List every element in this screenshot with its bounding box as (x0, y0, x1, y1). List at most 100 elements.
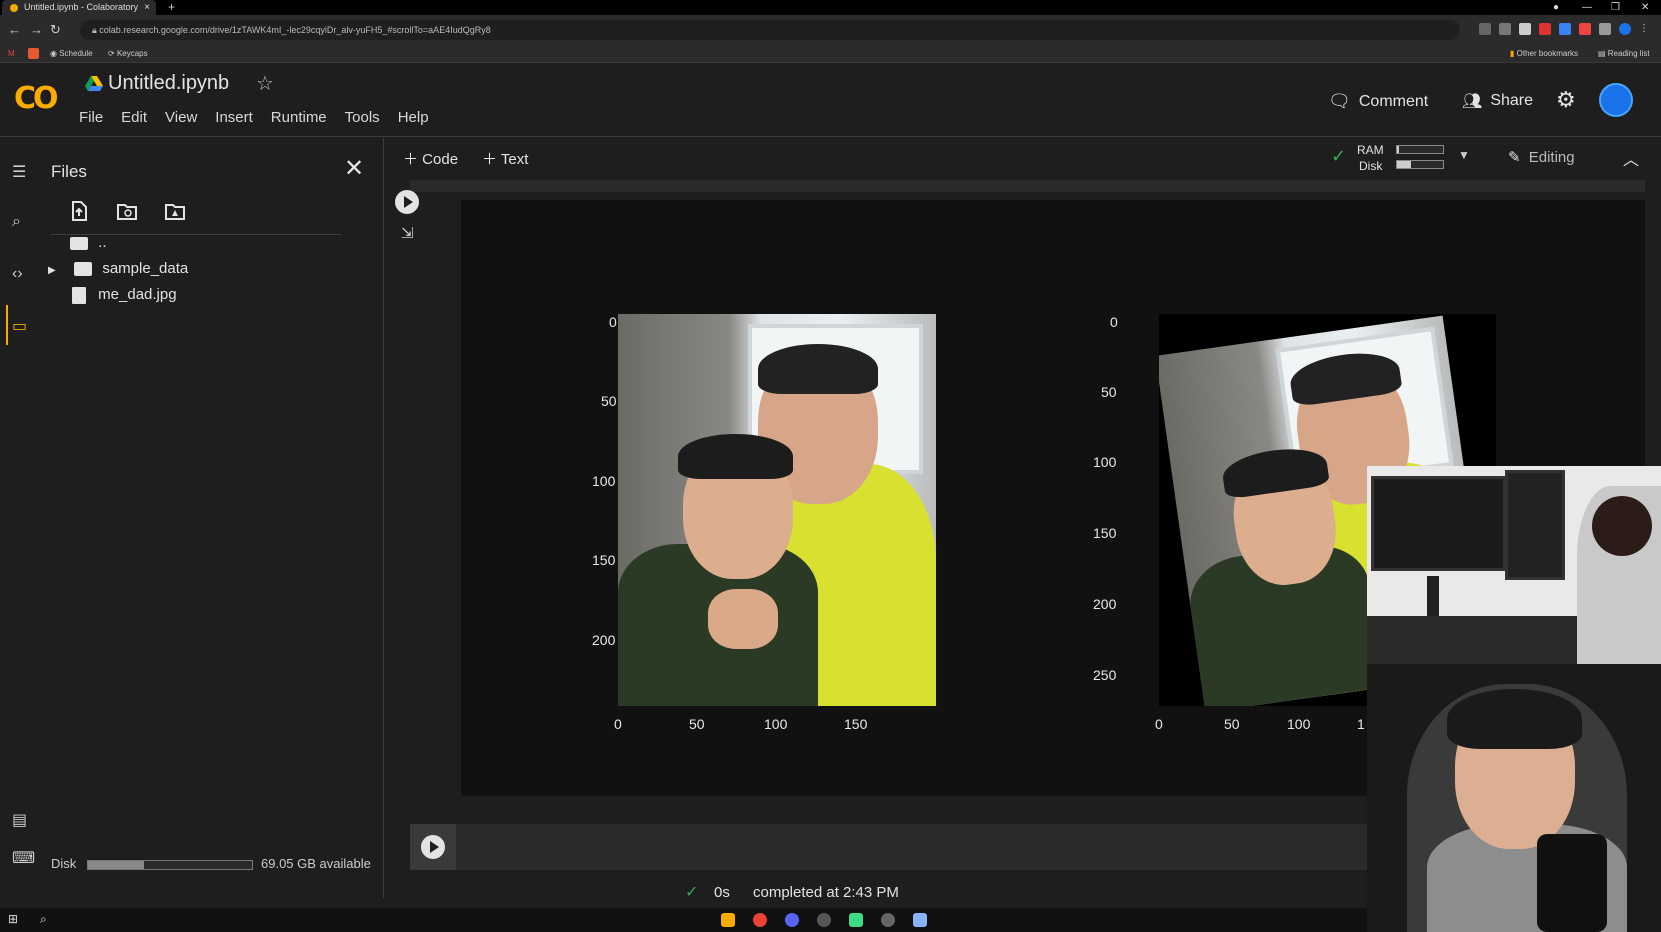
execution-status[interactable]: completed at 2:43 PM (753, 884, 899, 901)
tab-close-icon[interactable]: × (144, 0, 150, 15)
menu-view[interactable]: View (165, 109, 197, 126)
tree-row-parent[interactable]: .. (70, 232, 107, 254)
cell-top-strip (410, 180, 1645, 192)
share-button[interactable]: 👥︎ Share (1462, 91, 1533, 111)
app-icon[interactable] (817, 913, 831, 927)
menu-help[interactable]: Help (398, 109, 429, 126)
app-icon[interactable] (849, 913, 863, 927)
notebook-toolbar: ＋ Code ＋ Text ✓ RAM Disk ▼ ✎ Editing ︿ (385, 138, 1661, 178)
other-bookmarks[interactable]: ▮ Other bookmarks (1510, 46, 1578, 62)
y-tick-label: 150 (1093, 525, 1117, 541)
minimize-button[interactable]: — (1582, 0, 1592, 15)
refresh-folder-icon[interactable] (116, 200, 138, 222)
extension-icon[interactable] (1539, 23, 1551, 35)
folder-icon[interactable]: ▭ (12, 316, 27, 336)
y-tick-label: 250 (1093, 667, 1117, 683)
gear-icon[interactable]: ⚙ (1556, 87, 1576, 113)
bookmark-schedule[interactable]: ◉ Schedule (50, 46, 93, 62)
gmail-icon[interactable]: M (8, 46, 15, 62)
taskbar-search-icon[interactable]: ⌕ (40, 912, 47, 927)
terminal-icon[interactable]: ⌨ (12, 848, 35, 868)
add-text-button[interactable]: ＋ Text (482, 148, 528, 169)
discord-icon[interactable] (785, 913, 799, 927)
editing-mode-button[interactable]: ✎ Editing (1508, 148, 1575, 166)
address-bar-row: ← → ↻ 🔒︎ colab.research.google.com/drive… (0, 15, 1661, 45)
close-icon[interactable]: ✕ (344, 154, 364, 183)
maximize-button[interactable]: ❐ (1611, 0, 1620, 15)
run-cell-button[interactable] (421, 835, 445, 859)
x-tick-label: 0 (614, 716, 622, 732)
tree-item-label: me_dad.jpg (98, 286, 177, 303)
output-options-icon[interactable]: ⇲ (401, 224, 414, 242)
bookmark-keycaps[interactable]: ⟳ Keycaps (108, 46, 148, 62)
y-tick-label: 200 (592, 632, 616, 648)
zoom-icon[interactable] (1479, 23, 1491, 35)
cell-run-area[interactable] (410, 824, 456, 870)
menu-edit[interactable]: Edit (121, 109, 147, 126)
camera-icon[interactable] (913, 913, 927, 927)
code-snippets-icon[interactable]: ‹› (12, 265, 23, 283)
avatar[interactable] (1599, 83, 1633, 117)
chevron-up-icon[interactable]: ︿ (1623, 146, 1639, 170)
puzzle-icon[interactable] (1599, 23, 1611, 35)
url-field[interactable]: 🔒︎ colab.research.google.com/drive/1zTAW… (80, 20, 1460, 40)
disk-available-text: 69.05 GB available (261, 856, 371, 871)
success-check-icon: ✓ (685, 884, 699, 901)
file-explorer-icon[interactable] (721, 913, 735, 927)
reload-icon[interactable]: ↻ (50, 22, 61, 38)
extension-icon[interactable] (1579, 23, 1591, 35)
run-cell-button[interactable] (395, 190, 419, 214)
windows-start-icon[interactable]: ⊞ (8, 912, 18, 926)
kebab-menu-icon[interactable]: ⋮ (1639, 23, 1651, 35)
extension-icon[interactable] (1519, 23, 1531, 35)
x-tick-label: 50 (689, 716, 705, 732)
disk-label-toolbar: Disk (1359, 159, 1383, 173)
menu-bar: File Edit View Insert Runtime Tools Help (79, 109, 447, 126)
chevron-down-icon[interactable]: ▼ (1458, 148, 1470, 162)
tree-row-me-dad-jpg[interactable]: me_dad.jpg (70, 284, 177, 306)
menu-tools[interactable]: Tools (345, 109, 380, 126)
browser-tab-bar: Untitled.ipynb - Colaboratory × + ● — ❐ … (0, 0, 1661, 15)
notebook-title[interactable]: Untitled.ipynb (108, 72, 229, 95)
url-text: colab.research.google.com/drive/1zTAWK4m… (99, 25, 491, 35)
app-icon[interactable] (881, 913, 895, 927)
tree-row-sample-data[interactable]: ▶ sample_data (48, 258, 188, 280)
bookmark-star-icon[interactable] (1499, 23, 1511, 35)
y-tick-label: 50 (601, 393, 617, 409)
colab-logo[interactable]: CO (14, 81, 58, 116)
image-original (618, 314, 936, 706)
menu-runtime[interactable]: Runtime (271, 109, 327, 126)
ram-bar (1396, 145, 1444, 154)
browser-tab[interactable]: Untitled.ipynb - Colaboratory × (2, 0, 156, 15)
profile-avatar-icon[interactable] (1619, 23, 1631, 35)
forward-icon[interactable]: → (30, 22, 43, 37)
back-icon[interactable]: ← (8, 22, 21, 37)
mount-drive-icon[interactable] (164, 200, 186, 222)
search-icon[interactable]: ⌕ (12, 213, 21, 231)
new-tab-button[interactable]: + (168, 0, 175, 15)
command-palette-icon[interactable]: ▤ (12, 810, 27, 830)
star-icon[interactable]: ☆ (256, 71, 274, 96)
comment-button[interactable]: 🗨︎ Comment (1328, 91, 1428, 112)
menu-file[interactable]: File (79, 109, 103, 126)
add-code-button[interactable]: ＋ Code (403, 148, 458, 169)
close-window-button[interactable]: ✕ (1641, 0, 1649, 15)
table-of-contents-icon[interactable]: ☰ (12, 162, 26, 182)
x-tick-label: 100 (764, 716, 788, 732)
profile-dot-icon[interactable]: ● (1553, 0, 1559, 15)
y-tick-label: 100 (592, 473, 616, 489)
upload-file-icon[interactable] (68, 200, 90, 222)
app-icon[interactable] (28, 48, 39, 59)
google-drive-icon[interactable] (85, 76, 103, 92)
disk-usage-fill (88, 861, 144, 869)
y-tick-label: 0 (1110, 314, 1118, 330)
resource-monitor[interactable]: RAM Disk (1357, 142, 1384, 174)
expand-arrow-icon[interactable]: ▶ (48, 260, 66, 282)
chrome-icon[interactable] (753, 913, 767, 927)
reading-list[interactable]: ▤ Reading list (1598, 46, 1650, 62)
extension-icon[interactable] (1559, 23, 1571, 35)
connected-check-icon: ✓ (1331, 146, 1347, 166)
menu-insert[interactable]: Insert (215, 109, 253, 126)
people-icon: 👥︎ (1462, 93, 1483, 110)
files-panel: Files ✕ .. ▶ sample_data me_dad.jpg Disk… (44, 138, 384, 898)
